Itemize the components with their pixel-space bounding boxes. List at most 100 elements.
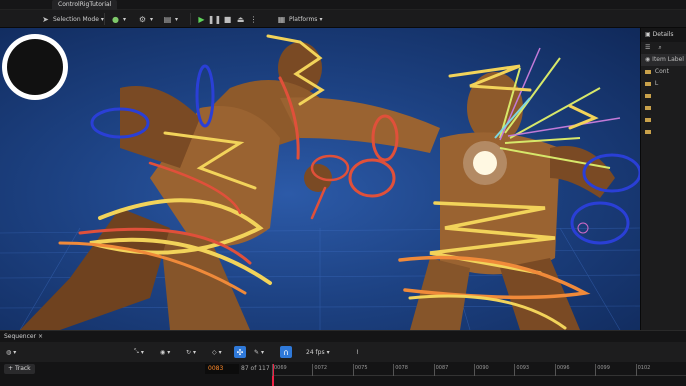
platforms-icon: ▦	[277, 14, 286, 24]
sequencer-tab-label: Sequencer	[4, 333, 37, 340]
timeline-tick: 0075	[352, 364, 368, 376]
details-title: Details	[652, 31, 674, 38]
cont-text: Cont	[654, 68, 669, 75]
level-viewport[interactable]	[0, 28, 640, 330]
fps-dropdown[interactable]: 24 fps ▾	[306, 346, 330, 358]
folder-icon	[645, 69, 651, 74]
pause-icon[interactable]: ❚❚	[208, 14, 221, 25]
magnet-button[interactable]: ∩	[280, 346, 292, 358]
toolbar-divider	[104, 13, 105, 25]
magnet-icon: ∩	[280, 346, 292, 358]
chevron-down-icon: ▾	[175, 15, 179, 23]
unreal-engine-logo-icon	[2, 34, 68, 100]
track-button-label: Track	[14, 365, 31, 372]
fps-label: 24 fps	[306, 348, 325, 356]
eye-icon: ◉	[645, 56, 651, 63]
chevron-down-icon: ▾	[261, 348, 265, 356]
chevron-down-icon: ▾	[13, 348, 17, 356]
eject-icon[interactable]: ⏏	[235, 14, 246, 25]
details-row-l[interactable]: L	[641, 78, 686, 90]
move-icon: ⤡	[134, 348, 139, 355]
chevron-down-icon: ▾	[319, 15, 323, 23]
timeline-tick: 0087	[433, 364, 448, 376]
blueprint-icon: ⚙	[138, 14, 147, 24]
blueprint-button[interactable]: ⚙ ▾	[137, 13, 153, 25]
plus-icon: +	[8, 365, 14, 372]
folder-icon	[645, 105, 651, 110]
timeline-tick: 0090	[474, 364, 489, 376]
details-row[interactable]	[641, 90, 686, 102]
timeline-tick: 0093	[514, 364, 529, 376]
details-row-item-label[interactable]: ◉ Item Label	[641, 54, 686, 66]
details-row[interactable]	[641, 126, 686, 138]
transform-tool-button[interactable]: ⤡ ▾	[134, 346, 144, 358]
selection-mode-label: Selection Mode	[53, 15, 99, 23]
folder-icon	[645, 93, 651, 98]
logo-mark	[7, 39, 63, 95]
platforms-label: Platforms	[289, 15, 318, 23]
level-tab[interactable]: ControlRigTutorial	[52, 0, 118, 10]
brush-icon: ✎	[254, 348, 260, 356]
details-icon: ▣	[645, 31, 651, 38]
timeline-tick: 0099	[595, 364, 610, 376]
details-row[interactable]	[641, 114, 686, 126]
world-icon: ◍	[6, 348, 12, 356]
timeline-tick: 0078	[393, 364, 408, 376]
details-row-cont[interactable]: Cont	[641, 66, 686, 78]
curve-editor-button[interactable]: ⌇	[356, 346, 359, 358]
cursor-icon: ➤	[42, 14, 49, 24]
chevron-down-icon: ▾	[167, 348, 171, 356]
viewport-scene	[0, 34, 640, 330]
timeline-tick: 0069	[272, 364, 287, 376]
sequence-options-button[interactable]: ◍ ▾	[6, 346, 16, 358]
add-content-icon: ●	[112, 14, 119, 24]
chevron-down-icon: ▾	[140, 348, 144, 356]
details-panel: ▣ Details ☰ ⌕ ◉ Item Label Cont L	[640, 28, 686, 330]
clapper-icon: ▤	[163, 14, 172, 24]
chevron-down-icon: ▾	[150, 15, 154, 23]
chevron-down-icon: ▾	[326, 348, 330, 356]
details-row[interactable]	[641, 102, 686, 114]
snap-grid-icon: ✣	[234, 346, 246, 358]
timeline-ruler[interactable]: 0069 0072 0075 0078 0087 0090 0093 0096 0099 0102	[272, 364, 686, 386]
close-icon[interactable]: ×	[38, 333, 43, 340]
timeline-tick: 0096	[554, 364, 570, 376]
brush-button[interactable]: ✎ ▾	[254, 346, 264, 358]
details-header[interactable]: ▣ Details	[641, 28, 686, 42]
chevron-down-icon: ▾	[193, 348, 197, 356]
sequencer-toolbar: ◍ ▾ ⤡ ▾ ◉ ▾ ↻ ▾ ◇ ▾ ✣ ✎ ▾ ∩ 24 fps ▾ ⌇	[0, 342, 686, 362]
loop-icon: ↻	[186, 348, 192, 356]
selection-mode-dropdown[interactable]: ➤ Selection Mode ▾	[40, 13, 104, 25]
diamond-icon: ◇	[212, 348, 217, 356]
timeline-header: + Track 0083 87 of 117 0069 0072 0075 0078 0…	[0, 362, 686, 386]
key-options-button[interactable]: ◇ ▾	[212, 346, 222, 358]
folder-icon	[645, 129, 651, 134]
main-toolbar: ➤ Selection Mode ▾ ● ▾ ⚙ ▾ ▤ ▾ ▶ ❚❚ ■ ⏏ …	[0, 10, 686, 28]
platforms-dropdown[interactable]: ▦ Platforms ▾	[276, 13, 323, 25]
frame-of-label: 87 of 117	[241, 365, 270, 372]
timeline-tick: 0072	[312, 364, 327, 376]
stop-icon[interactable]: ■	[222, 14, 233, 25]
menu-strip: ControlRigTutorial	[0, 0, 686, 10]
folder-icon	[645, 81, 651, 86]
more-options-icon[interactable]: ⋮	[248, 14, 259, 25]
sequencer-tab[interactable]: Sequencer ×	[0, 330, 686, 342]
search-icon[interactable]: ⌕	[658, 44, 661, 51]
folder-icon	[645, 117, 651, 122]
timeline-tick: 0102	[635, 364, 650, 376]
add-track-button[interactable]: + Track	[4, 364, 35, 374]
l-text: L	[654, 80, 659, 87]
details-toolbar: ☰ ⌕	[641, 42, 686, 54]
filter-icon[interactable]: ☰	[645, 44, 650, 51]
add-content-button[interactable]: ● ▾	[110, 13, 126, 25]
level-tab-label: ControlRigTutorial	[58, 1, 112, 8]
chevron-down-icon: ▾	[123, 15, 127, 23]
current-frame-field[interactable]: 0083	[205, 364, 239, 374]
eye-icon: ◉	[160, 348, 166, 356]
playback-options-button[interactable]: ↻ ▾	[186, 346, 196, 358]
play-icon[interactable]: ▶	[196, 14, 207, 25]
cinematics-button[interactable]: ▤ ▾	[162, 13, 178, 25]
view-options-button[interactable]: ◉ ▾	[160, 346, 170, 358]
left-character	[20, 42, 440, 330]
snap-toggle[interactable]: ✣	[234, 346, 246, 358]
